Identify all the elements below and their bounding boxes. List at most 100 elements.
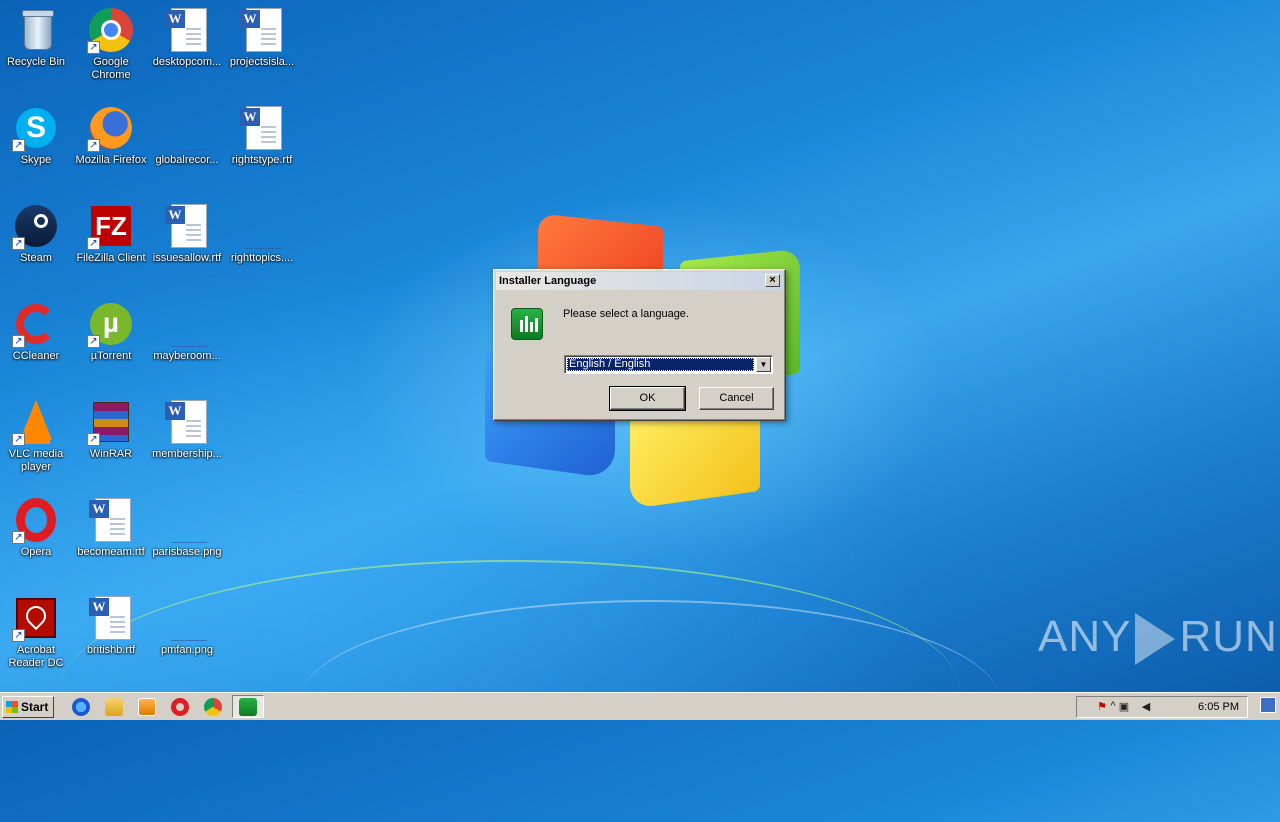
desktop-icon-mozilla-firefox[interactable]: ↗ Mozilla Firefox bbox=[74, 98, 148, 167]
vlc-icon: ↗ bbox=[12, 398, 60, 446]
chevron-down-icon[interactable]: ▼ bbox=[756, 357, 771, 372]
file-icon bbox=[163, 300, 211, 348]
dialog-titlebar[interactable]: Installer Language × bbox=[496, 272, 783, 290]
desktop-icon-label: WinRAR bbox=[89, 448, 133, 460]
desktop-icon-utorrent[interactable]: µ ↗ µTorrent bbox=[74, 294, 148, 363]
word-doc-icon: W bbox=[238, 6, 286, 54]
desktop-icon-mayberoom[interactable]: mayberoom... bbox=[150, 294, 224, 363]
desktop-icon-becomeam[interactable]: W becomeam.rtf bbox=[74, 490, 148, 559]
desktop-icon-label: righttopics.... bbox=[230, 252, 294, 264]
desktop-icon-acrobat[interactable]: ↗ Acrobat Reader DC bbox=[0, 588, 73, 670]
acrobat-icon: ↗ bbox=[12, 594, 60, 642]
desktop-icon-label: issuesallow.rtf bbox=[152, 252, 222, 264]
desktop-icon-parisbase[interactable]: parisbase.png bbox=[150, 490, 224, 559]
installer-app-icon bbox=[511, 308, 543, 340]
desktop-icon-label: desktopcom... bbox=[152, 56, 222, 68]
desktop-icon-label: globalrecor... bbox=[155, 154, 219, 166]
desktop-icon-vlc[interactable]: ↗ VLC media player bbox=[0, 392, 73, 474]
explorer-icon[interactable] bbox=[105, 698, 123, 716]
desktop-icon-label: britishb.rtf bbox=[86, 644, 136, 656]
desktop-icon-opera[interactable]: ↗ Opera bbox=[0, 490, 73, 559]
taskbar: Start ^ ⚑ ▣ ◀ 6:05 PM bbox=[0, 692, 1280, 720]
desktop-icon-britishb[interactable]: W britishb.rtf bbox=[74, 588, 148, 657]
system-tray: ⚑ ▣ ◀ 6:05 PM bbox=[1076, 696, 1248, 718]
desktop-icon-label: pmfan.png bbox=[161, 644, 213, 656]
dialog-title: Installer Language bbox=[499, 275, 597, 287]
file-icon bbox=[238, 202, 286, 250]
windows-flag-icon bbox=[6, 701, 18, 713]
desktop-icon-filezilla[interactable]: FZ ↗ FileZilla Client bbox=[74, 196, 148, 265]
desktop-icon-membership[interactable]: W membership... bbox=[150, 392, 224, 461]
desktop-icon-skype[interactable]: S ↗ Skype bbox=[0, 98, 73, 167]
volume-icon[interactable]: ◀ bbox=[1139, 700, 1153, 714]
close-icon: × bbox=[769, 274, 776, 286]
utorrent-icon: µ ↗ bbox=[87, 300, 135, 348]
desktop-icon-label: Recycle Bin bbox=[6, 56, 66, 68]
desktop-icon-desktopcom[interactable]: W desktopcom... bbox=[150, 0, 224, 69]
taskbar-item-installer[interactable] bbox=[232, 695, 264, 718]
desktop-icon-label: µTorrent bbox=[90, 350, 132, 362]
start-label: Start bbox=[21, 700, 49, 714]
installer-app-icon bbox=[239, 698, 257, 716]
steam-icon: ↗ bbox=[12, 202, 60, 250]
play-icon bbox=[1135, 613, 1176, 666]
desktop-icon-ccleaner[interactable]: ↗ CCleaner bbox=[0, 294, 73, 363]
language-prompt: Please select a language. bbox=[563, 308, 689, 320]
language-selected-value: English / English bbox=[567, 358, 754, 371]
desktop-icon-globalrecor[interactable]: globalrecor... bbox=[150, 98, 224, 167]
word-doc-icon: W bbox=[238, 104, 286, 152]
desktop[interactable]: { "desktop": { "icons": [ {"label": "Rec… bbox=[0, 0, 1280, 720]
desktop-icon-google-chrome[interactable]: ↗ Google Chrome bbox=[74, 0, 148, 82]
firefox-icon: ↗ bbox=[87, 104, 135, 152]
word-doc-icon: W bbox=[87, 496, 135, 544]
desktop-icon-label: CCleaner bbox=[12, 350, 60, 362]
recycle-bin-icon bbox=[12, 6, 60, 54]
word-doc-icon: W bbox=[163, 398, 211, 446]
desktop-icon-label: Skype bbox=[20, 154, 52, 166]
desktop-icon-rightstype[interactable]: W rightstype.rtf bbox=[225, 98, 299, 167]
file-icon bbox=[163, 104, 211, 152]
desktop-icon-label: becomeam.rtf bbox=[77, 546, 145, 558]
installer-language-dialog: Installer Language × Please select a lan… bbox=[493, 269, 786, 421]
watermark-text-left: ANY bbox=[1038, 612, 1132, 661]
desktop-icon-steam[interactable]: ↗ Steam bbox=[0, 196, 73, 265]
word-doc-icon: W bbox=[163, 202, 211, 250]
desktop-icon-label: parisbase.png bbox=[152, 546, 222, 558]
show-desktop-button[interactable] bbox=[1260, 697, 1276, 713]
desktop-icon-righttopics[interactable]: righttopics.... bbox=[225, 196, 299, 265]
skype-icon: S ↗ bbox=[12, 104, 60, 152]
desktop-icon-winrar[interactable]: ↗ WinRAR bbox=[74, 392, 148, 461]
desktop-icon-label: Google Chrome bbox=[91, 56, 131, 81]
desktop-icon-label: mayberoom... bbox=[153, 350, 221, 362]
desktop-icon-label: Acrobat Reader DC bbox=[8, 644, 64, 669]
file-icon bbox=[163, 496, 211, 544]
opera-taskbar-icon[interactable] bbox=[171, 698, 189, 716]
action-center-flag-icon[interactable]: ⚑ bbox=[1095, 700, 1109, 714]
network-icon[interactable]: ▣ bbox=[1117, 700, 1131, 714]
desktop-icon-recycle-bin[interactable]: Recycle Bin bbox=[0, 0, 73, 69]
desktop-icon-projectsisla[interactable]: W projectsisla... bbox=[225, 0, 299, 69]
desktop-icon-pmfan[interactable]: pmfan.png bbox=[150, 588, 224, 657]
media-player-icon[interactable] bbox=[138, 698, 156, 716]
cancel-button[interactable]: Cancel bbox=[699, 387, 774, 410]
anyrun-watermark: ANY RUN bbox=[1038, 612, 1278, 666]
ccleaner-icon: ↗ bbox=[12, 300, 60, 348]
ok-button[interactable]: OK bbox=[609, 386, 686, 411]
desktop-icon-label: Mozilla Firefox bbox=[75, 154, 147, 166]
desktop-icon-label: FileZilla Client bbox=[76, 252, 146, 264]
desktop-icon-label: Opera bbox=[20, 546, 52, 558]
language-select[interactable]: English / English ▼ bbox=[564, 355, 773, 374]
internet-explorer-icon[interactable] bbox=[72, 698, 90, 716]
start-button[interactable]: Start bbox=[2, 696, 54, 718]
watermark-text-right: RUN bbox=[1179, 612, 1278, 661]
word-doc-icon: W bbox=[163, 6, 211, 54]
chrome-taskbar-icon[interactable] bbox=[204, 698, 222, 716]
desktop-icon-label: projectsisla... bbox=[229, 56, 295, 68]
chrome-icon: ↗ bbox=[87, 6, 135, 54]
desktop-icon-issuesallow[interactable]: W issuesallow.rtf bbox=[150, 196, 224, 265]
winrar-icon: ↗ bbox=[87, 398, 135, 446]
desktop-icon-label: Steam bbox=[20, 252, 52, 264]
close-button[interactable]: × bbox=[765, 274, 780, 287]
clock[interactable]: 6:05 PM bbox=[1198, 697, 1239, 717]
word-doc-icon: W bbox=[87, 594, 135, 642]
